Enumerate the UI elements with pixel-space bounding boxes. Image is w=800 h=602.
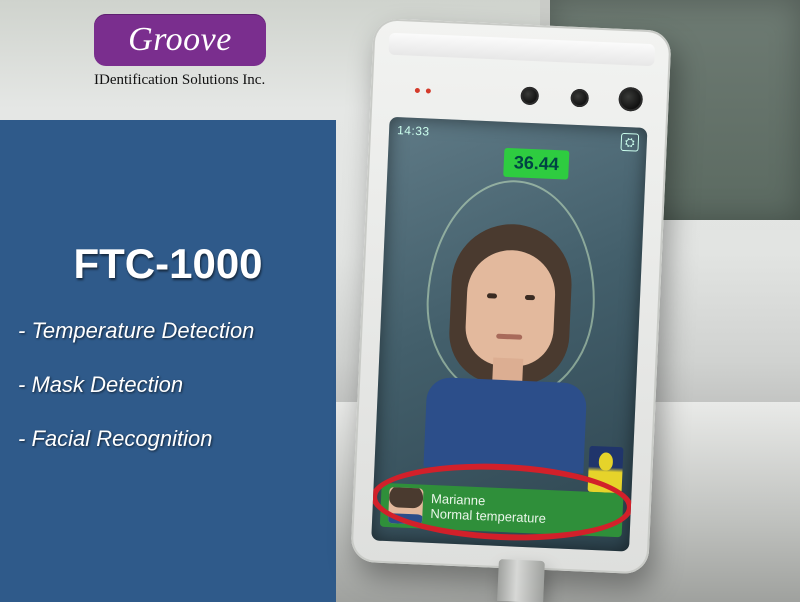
- brand-name: Groove: [128, 21, 232, 59]
- brand-logo-badge: Groove: [94, 14, 266, 66]
- device-stand: [497, 559, 545, 602]
- feature-item: - Mask Detection: [18, 372, 318, 398]
- brand-logo: Groove IDentification Solutions Inc.: [94, 14, 266, 89]
- result-status: Normal temperature: [430, 507, 546, 527]
- thermal-preview-icon: [588, 446, 624, 493]
- product-marketing-image: Groove IDentification Solutions Inc. FTC…: [0, 0, 800, 602]
- feature-item: - Facial Recognition: [18, 426, 318, 452]
- brand-tagline: IDentification Solutions Inc.: [94, 72, 266, 89]
- scanned-person: [429, 221, 589, 457]
- feature-item: - Temperature Detection: [18, 318, 318, 344]
- result-bar: Marianne Normal temperature: [380, 483, 624, 538]
- ir-led-icon: [415, 88, 431, 94]
- thermal-camera-icon: [618, 87, 643, 112]
- kiosk-device: 14:33 ⛭ 36.44 Marianne Normal temperatur…: [350, 18, 671, 574]
- product-model-title: FTC-1000: [18, 240, 318, 288]
- settings-icon[interactable]: ⛭: [620, 133, 639, 152]
- device-top-light: [388, 33, 655, 67]
- device-screen: 14:33 ⛭ 36.44 Marianne Normal temperatur…: [371, 117, 647, 552]
- temperature-badge: 36.44: [503, 148, 569, 180]
- camera-icon: [570, 89, 589, 108]
- result-avatar-icon: [388, 487, 424, 524]
- feature-panel: FTC-1000 - Temperature Detection - Mask …: [0, 120, 336, 602]
- sensor-bar: [370, 64, 670, 125]
- camera-icon: [520, 86, 539, 105]
- clock-text: 14:33: [397, 123, 430, 138]
